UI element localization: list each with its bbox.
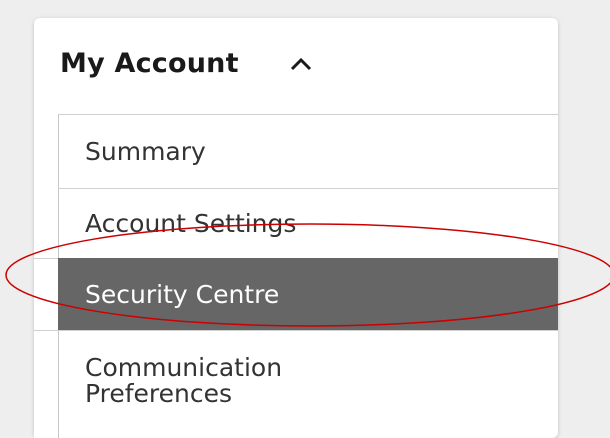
rail-divider bbox=[34, 258, 58, 259]
menu-rail bbox=[34, 114, 59, 438]
my-account-title: My Account bbox=[60, 48, 239, 79]
menu-item-label: Security Centre bbox=[85, 280, 280, 309]
account-menu: Summary Account Settings Security Centre… bbox=[34, 114, 558, 438]
chevron-up-icon[interactable] bbox=[290, 56, 312, 72]
menu-item-communication-preferences[interactable]: Communication Preferences bbox=[58, 330, 558, 438]
rail-divider bbox=[34, 330, 58, 331]
menu-item-label: Account Settings bbox=[85, 209, 297, 238]
menu-item-account-settings[interactable]: Account Settings bbox=[58, 188, 558, 258]
menu-item-summary[interactable]: Summary bbox=[58, 114, 558, 188]
my-account-panel: My Account Summary Account Settings Secu… bbox=[34, 18, 558, 438]
menu-item-security-centre[interactable]: Security Centre bbox=[58, 258, 558, 330]
menu-item-label: Communication Preferences bbox=[85, 353, 283, 408]
menu-item-label: Summary bbox=[85, 137, 206, 166]
my-account-header[interactable]: My Account bbox=[34, 18, 558, 114]
